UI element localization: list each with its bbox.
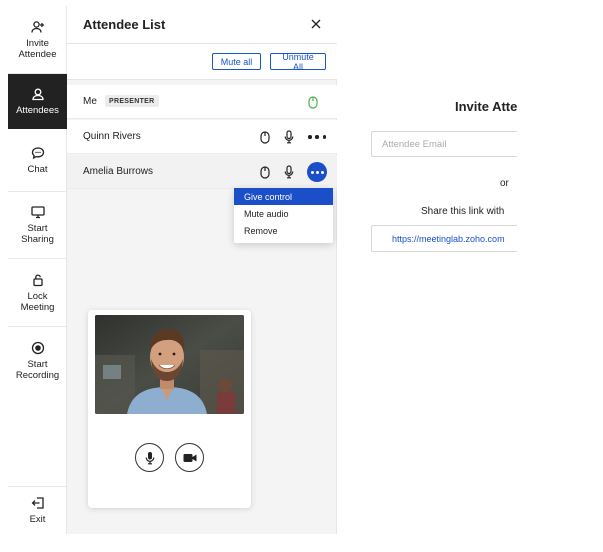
sidebar-item-label: Attendees	[16, 105, 59, 116]
mouse-icon[interactable]	[259, 130, 271, 144]
attendee-row-me: Me PRESENTER	[67, 85, 337, 119]
sidebar-item-label: Chat	[27, 163, 48, 175]
app-root: Invite Attendee Attendees Chat Start Sha…	[0, 0, 603, 552]
sidebar-item-attendees[interactable]: Attendees	[8, 74, 67, 129]
sidebar-item-invite-attendee[interactable]: Invite Attendee	[8, 6, 67, 74]
attendee-name: Quinn Rivers	[83, 131, 141, 142]
video-camera-icon	[183, 453, 196, 462]
invite-title: Invite Atte	[455, 99, 517, 114]
self-video-card	[88, 310, 251, 508]
close-icon	[311, 19, 321, 29]
sidebar-item-lock-meeting[interactable]: Lock Meeting	[8, 259, 67, 327]
mouse-icon[interactable]	[307, 95, 319, 109]
share-link-text: Share this link with	[421, 206, 505, 217]
menu-item-mute-audio[interactable]: Mute audio	[234, 205, 333, 222]
presenter-badge: PRESENTER	[105, 95, 159, 107]
sidebar-item-label: Lock Meeting	[20, 290, 55, 313]
record-icon	[31, 341, 45, 355]
mute-all-button[interactable]: Mute all	[212, 53, 261, 70]
invite-pane: Invite Atte Attendee Email or Share this…	[337, 0, 517, 540]
lock-icon	[31, 273, 45, 287]
panel-toolbar: Mute all Unmute All	[67, 44, 337, 80]
microphone-icon[interactable]	[283, 130, 295, 144]
more-options-button-active[interactable]	[307, 162, 327, 182]
right-blank-area	[517, 0, 603, 552]
meeting-link-field[interactable]: https://meetinglab.zoho.com	[371, 225, 517, 252]
attendee-options-menu: Give control Mute audio Remove	[234, 188, 333, 243]
sidebar-item-label: Start Sharing	[21, 223, 54, 245]
panel-title: Attendee List	[83, 17, 166, 32]
attendee-name: Me	[83, 96, 97, 107]
microphone-toggle-button[interactable]	[135, 443, 164, 472]
unmute-all-button[interactable]: Unmute All	[270, 52, 326, 72]
mouse-icon[interactable]	[259, 165, 271, 179]
camera-toggle-button[interactable]	[175, 443, 204, 472]
sidebar: Invite Attendee Attendees Chat Start Sha…	[8, 6, 67, 534]
menu-item-give-control[interactable]: Give control	[234, 188, 333, 205]
people-icon	[31, 87, 45, 101]
add-person-icon	[30, 20, 45, 34]
panel-header: Attendee List	[67, 6, 337, 44]
menu-item-remove[interactable]: Remove	[234, 222, 333, 239]
sidebar-item-label: Start Recording	[15, 359, 60, 381]
more-options-button[interactable]	[308, 132, 326, 142]
microphone-icon	[145, 451, 154, 464]
exit-button[interactable]: Exit	[8, 486, 67, 534]
close-button[interactable]	[307, 15, 325, 33]
attendee-email-input[interactable]: Attendee Email	[371, 131, 517, 157]
screen-share-icon	[30, 205, 45, 219]
microphone-icon[interactable]	[283, 165, 295, 179]
sidebar-item-chat[interactable]: Chat	[8, 129, 67, 192]
sidebar-item-start-sharing[interactable]: Start Sharing	[8, 192, 67, 259]
sidebar-item-start-recording[interactable]: Start Recording	[8, 327, 67, 395]
exit-label: Exit	[29, 514, 46, 525]
exit-icon	[31, 496, 45, 510]
sidebar-item-label: Invite Attendee	[18, 37, 57, 60]
video-preview	[95, 315, 244, 414]
attendee-row: Amelia Burrows	[67, 155, 337, 189]
chat-bubble-icon	[31, 146, 45, 160]
attendee-row: Quinn Rivers	[67, 120, 337, 154]
or-label: or	[500, 178, 509, 189]
attendee-name: Amelia Burrows	[83, 166, 154, 177]
